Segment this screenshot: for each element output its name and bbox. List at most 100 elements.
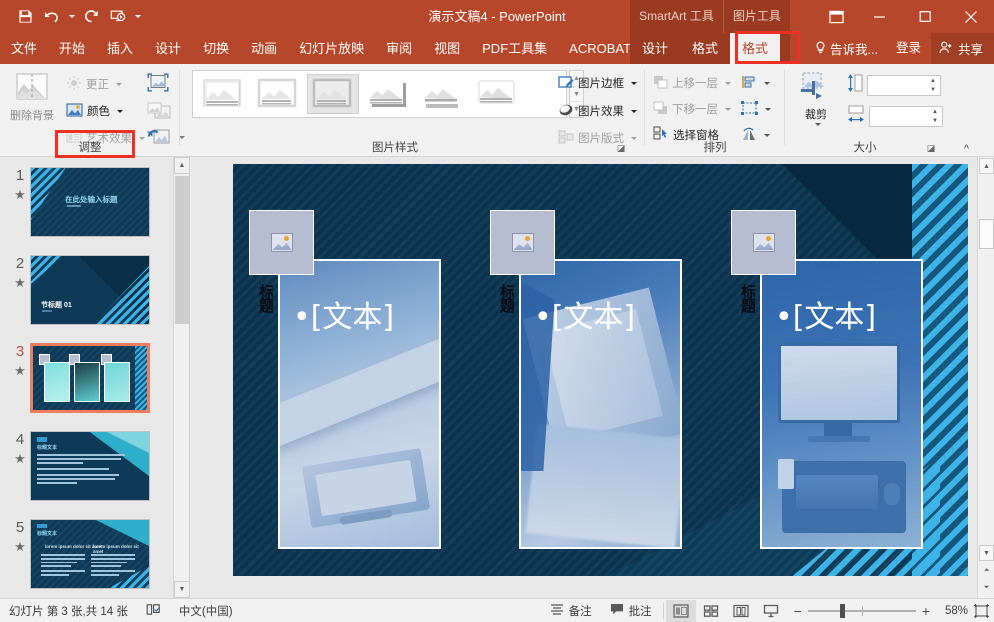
redo-icon[interactable] — [78, 4, 104, 30]
zoom-control[interactable]: − + — [786, 603, 938, 619]
current-slide[interactable]: 标题 标题 标题 •[文本] •[文本] •[文本] — [233, 164, 968, 576]
next-slide-button[interactable]: ⏷ — [979, 580, 994, 596]
picture-border-button[interactable]: 图片边框 — [558, 72, 637, 94]
stepper-down-icon[interactable]: ▼ — [928, 117, 942, 127]
tab-picture-format[interactable]: 格式 — [730, 33, 781, 64]
close-icon[interactable] — [948, 0, 994, 33]
send-backward-caret-icon[interactable] — [725, 107, 731, 111]
crop-button[interactable]: 裁剪 — [793, 71, 839, 126]
thumb-scroll-up-icon[interactable]: ▲ — [174, 157, 189, 174]
color-caret-icon[interactable] — [117, 109, 123, 113]
collapse-ribbon-button[interactable]: ^ — [964, 143, 969, 155]
slide-counter[interactable]: 幻灯片 第 3 张,共 14 张 — [0, 599, 137, 622]
stepper-down-icon[interactable]: ▼ — [926, 86, 940, 96]
picture-style-option-selected[interactable] — [307, 74, 359, 114]
picture-effects-caret-icon[interactable] — [631, 109, 637, 113]
thumbnail-slide-3[interactable]: 3 ★ — [0, 341, 175, 419]
thumbnail-slide-4[interactable]: 4 ★ 标题文本 — [0, 429, 175, 507]
slide-editing-area[interactable]: 标题 标题 标题 •[文本] •[文本] •[文本] ▲ ▼ ⏶ ⏷ — [191, 157, 994, 598]
zoom-out-button[interactable]: − — [794, 603, 802, 619]
tab-transitions[interactable]: 切换 — [192, 33, 240, 64]
vertical-title-mark-2[interactable]: 标题 — [492, 284, 514, 346]
normal-view-button[interactable] — [665, 599, 696, 622]
undo-dropdown-caret[interactable] — [66, 4, 77, 30]
zoom-slider[interactable] — [807, 603, 916, 618]
size-dialog-launcher[interactable]: ◪ — [925, 142, 937, 154]
shape-width-stepper[interactable]: ▲ ▼ — [928, 107, 942, 126]
slide-thumbnail-image[interactable]: 标题文本 — [30, 431, 150, 501]
tab-slideshow[interactable]: 幻灯片放映 — [288, 33, 375, 64]
thumbnail-pane-scrollbar[interactable]: ▲ ▼ — [173, 157, 189, 598]
corrections-button[interactable]: 更正 — [66, 73, 122, 95]
picture-style-option[interactable] — [197, 74, 249, 114]
align-caret-icon[interactable] — [764, 81, 770, 85]
crop-caret-icon[interactable] — [814, 123, 821, 126]
picture-style-option[interactable] — [417, 74, 469, 114]
canvas-scrollbar[interactable]: ▲ ▼ ⏶ ⏷ — [977, 157, 994, 598]
slideshow-view-button[interactable] — [756, 600, 786, 622]
canvas-scroll-down-icon[interactable]: ▼ — [979, 545, 994, 561]
group-button[interactable] — [741, 98, 771, 120]
picture-effects-button[interactable]: 图片效果 — [558, 100, 637, 122]
thumb-scroll-down-icon[interactable]: ▼ — [174, 581, 189, 598]
picture-style-option[interactable] — [252, 74, 304, 114]
tab-smartart-design[interactable]: 设计 — [630, 33, 680, 64]
thumbnail-slide-5[interactable]: 5 ★ 标题文本 lorem ipsum dolor sit amet lore… — [0, 517, 175, 595]
slide-thumbnail-image[interactable]: 节标题 01 — [30, 255, 150, 325]
slide-thumbnail-image[interactable]: 在此处输入标题 — [30, 167, 150, 237]
remove-background-button[interactable]: 删除背景 — [4, 72, 60, 123]
text-placeholder-1[interactable]: •[文本] — [293, 292, 394, 336]
start-slideshow-icon[interactable] — [105, 4, 131, 30]
sign-in-button[interactable]: 登录 — [886, 33, 931, 64]
picture-style-option[interactable] — [472, 74, 524, 114]
comments-button[interactable]: 批注 — [601, 599, 661, 622]
thumb-scroll-thumb[interactable] — [175, 176, 189, 324]
stepper-up-icon[interactable]: ▲ — [926, 76, 940, 86]
text-placeholder-3[interactable]: •[文本] — [775, 292, 876, 336]
vertical-title-mark-3[interactable]: 标题 — [733, 284, 755, 346]
shape-height-stepper[interactable]: ▲ ▼ — [926, 76, 940, 95]
undo-icon[interactable] — [39, 4, 65, 30]
tab-insert[interactable]: 插入 — [96, 33, 144, 64]
slide-thumbnail-image[interactable]: 标题文本 lorem ipsum dolor sit amet lorem ip… — [30, 519, 150, 589]
picture-placeholder-icon-1[interactable] — [249, 210, 314, 275]
corrections-caret-icon[interactable] — [116, 82, 122, 86]
rotate-caret-icon[interactable] — [764, 133, 770, 137]
zoom-in-button[interactable]: + — [922, 603, 930, 619]
tab-review[interactable]: 审阅 — [375, 33, 423, 64]
tab-view[interactable]: 视图 — [423, 33, 471, 64]
picture-style-option[interactable] — [362, 74, 414, 114]
picture-border-caret-icon[interactable] — [631, 81, 637, 85]
change-picture-button[interactable] — [146, 100, 172, 127]
tab-smartart-format[interactable]: 格式 — [680, 33, 730, 64]
text-placeholder-2[interactable]: •[文本] — [534, 292, 635, 336]
tab-pdf-toolkit[interactable]: PDF工具集 — [471, 33, 558, 64]
tab-animations[interactable]: 动画 — [240, 33, 288, 64]
tab-home[interactable]: 开始 — [48, 33, 96, 64]
save-icon[interactable] — [12, 4, 38, 30]
fit-slide-icon[interactable] — [968, 600, 994, 622]
language-status[interactable]: 中文(中国) — [170, 599, 242, 622]
stepper-up-icon[interactable]: ▲ — [928, 107, 942, 117]
picture-styles-gallery[interactable] — [192, 70, 567, 118]
vertical-title-mark-1[interactable]: 标题 — [251, 284, 273, 346]
picture-layout-caret-icon[interactable] — [631, 136, 637, 140]
minimize-icon[interactable] — [856, 0, 902, 33]
color-button[interactable]: 颜色 — [66, 100, 123, 122]
slide-thumbnail-image-selected[interactable] — [30, 343, 150, 413]
bring-forward-button[interactable]: 上移一层 — [653, 72, 731, 94]
proofing-status-button[interactable] — [137, 599, 170, 622]
align-button[interactable] — [741, 72, 770, 94]
tab-file[interactable]: 文件 — [0, 33, 48, 64]
bring-forward-caret-icon[interactable] — [725, 81, 731, 85]
tab-design[interactable]: 设计 — [144, 33, 192, 64]
share-button[interactable]: 共享 — [930, 33, 994, 64]
tell-me-box[interactable]: 告诉我... — [807, 33, 886, 64]
send-backward-button[interactable]: 下移一层 — [653, 98, 731, 120]
thumbnail-slide-2[interactable]: 2 ★ 节标题 01 — [0, 253, 175, 331]
ribbon-display-options-icon[interactable] — [816, 0, 856, 33]
canvas-scroll-thumb[interactable] — [979, 219, 994, 249]
previous-slide-button[interactable]: ⏶ — [979, 563, 994, 579]
zoom-slider-handle[interactable] — [839, 603, 845, 618]
maximize-icon[interactable] — [902, 0, 948, 33]
